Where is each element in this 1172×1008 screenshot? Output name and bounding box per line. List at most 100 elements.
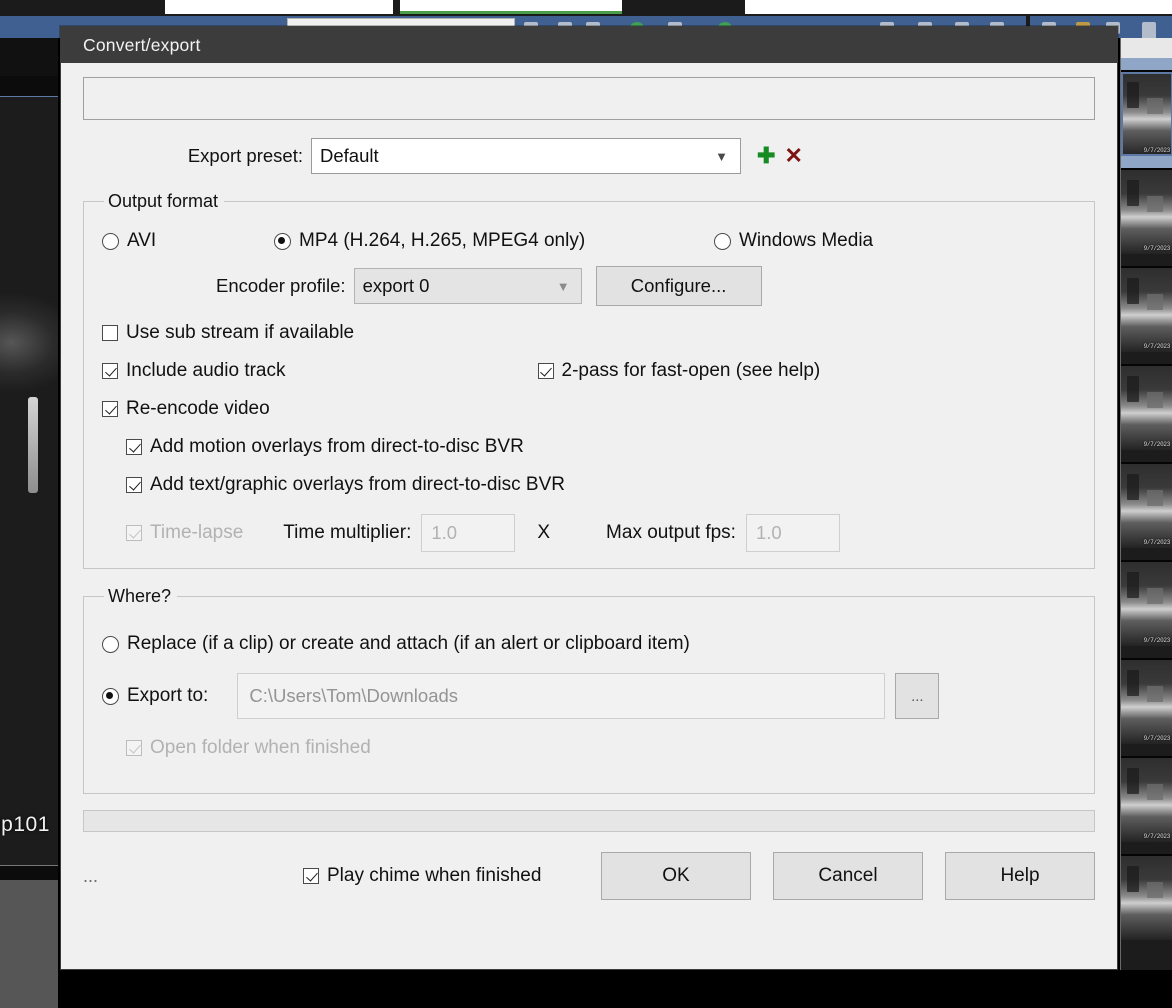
export-path-input[interactable]: C:\Users\Tom\Downloads xyxy=(237,673,885,719)
encoder-profile-row: Encoder profile: export 0 ▼ Configure... xyxy=(102,266,1076,306)
list-item[interactable]: 9/7/2023 xyxy=(1121,266,1172,352)
time-multiplier-input[interactable]: 1.0 xyxy=(421,514,515,552)
checkbox-box-icon xyxy=(126,439,142,455)
thumbnail-selection-band xyxy=(1121,156,1172,168)
clip-thumbnail-list[interactable]: 9/7/2023 9/7/2023 9/7/2023 9/7/2023 9/7/… xyxy=(1120,38,1172,970)
max-output-fps-input[interactable]: 1.0 xyxy=(746,514,840,552)
output-format-group: Output format AVI MP4 (H.264, H.265, MPE… xyxy=(83,191,1095,569)
radio-dot-icon xyxy=(102,688,119,705)
checkbox-include-audio-track[interactable]: Include audio track xyxy=(102,360,286,382)
radio-dot-icon xyxy=(102,233,119,250)
radio-label: Export to: xyxy=(127,685,208,707)
export-preset-row: Export preset: Default ▼ ✚ ✕ xyxy=(83,138,1095,174)
checkbox-box-icon xyxy=(303,868,319,884)
motion-overlays-row: Add motion overlays from direct-to-disc … xyxy=(102,436,1076,458)
background-tab[interactable] xyxy=(165,0,393,14)
radio-output-avi[interactable]: AVI xyxy=(102,230,274,252)
footer-buttons: OK Cancel Help xyxy=(601,852,1095,900)
checkbox-label: 2-pass for fast-open (see help) xyxy=(562,360,821,382)
encoder-profile-value: export 0 xyxy=(363,275,430,297)
footer-more-options-button[interactable]: ... xyxy=(83,866,143,887)
checkbox-box-icon xyxy=(102,325,118,341)
checkbox-label: Add text/graphic overlays from direct-to… xyxy=(150,474,565,496)
list-item[interactable]: 9/7/2023 xyxy=(1121,70,1172,156)
radio-dot-icon xyxy=(102,636,119,653)
checkbox-label: Add motion overlays from direct-to-disc … xyxy=(150,436,524,458)
ok-button[interactable]: OK xyxy=(601,852,751,900)
checkbox-use-sub-stream[interactable]: Use sub stream if available xyxy=(102,322,354,344)
video-preview-pane[interactable]: ip101 xyxy=(0,38,58,970)
reencode-video-row: Re-encode video xyxy=(102,398,1076,420)
where-group: Where? Replace (if a clip) or create and… xyxy=(83,586,1095,794)
video-pane-footer xyxy=(0,880,58,1008)
time-multiplier-label: Time multiplier: xyxy=(283,522,411,544)
radio-output-mp4[interactable]: MP4 (H.264, H.265, MPEG4 only) xyxy=(274,230,714,252)
text-graphic-overlays-row: Add text/graphic overlays from direct-to… xyxy=(102,474,1076,496)
checkbox-add-motion-overlays[interactable]: Add motion overlays from direct-to-disc … xyxy=(126,436,524,458)
video-preview-image xyxy=(0,96,58,866)
background-tab[interactable] xyxy=(745,0,1172,14)
checkbox-time-lapse[interactable]: Time-lapse xyxy=(102,522,243,544)
export-preset-select[interactable]: Default ▼ xyxy=(311,138,741,174)
list-item[interactable]: 9/7/2023 xyxy=(1121,168,1172,254)
checkbox-open-folder-when-finished[interactable]: Open folder when finished xyxy=(126,737,371,759)
checkbox-add-text-graphic-overlays[interactable]: Add text/graphic overlays from direct-to… xyxy=(126,474,565,496)
checkbox-box-icon xyxy=(102,363,118,379)
max-output-fps-label: Max output fps: xyxy=(606,522,736,544)
camera-name-label: ip101 xyxy=(0,813,58,837)
thumbnail-timestamp: 9/7/2023 xyxy=(1144,833,1170,840)
browse-folder-button[interactable]: ... xyxy=(895,673,939,719)
encoder-profile-select[interactable]: export 0 ▼ xyxy=(354,268,582,304)
checkbox-label: Include audio track xyxy=(126,360,286,382)
list-item[interactable]: 9/7/2023 xyxy=(1121,658,1172,744)
replace-option-row: Replace (if a clip) or create and attach… xyxy=(102,633,1076,655)
thumbnail-timestamp: 9/7/2023 xyxy=(1144,735,1170,742)
list-item[interactable]: 9/7/2023 xyxy=(1121,560,1172,646)
output-format-legend: Output format xyxy=(104,191,224,212)
list-item[interactable]: 9/7/2023 xyxy=(1121,462,1172,548)
export-preset-value: Default xyxy=(320,145,379,167)
add-preset-icon[interactable]: ✚ xyxy=(757,145,775,167)
chevron-down-icon: ▼ xyxy=(557,279,570,294)
video-pane-topbar xyxy=(0,76,58,96)
dialog-footer: ... Play chime when finished OK Cancel H… xyxy=(61,852,1117,900)
thumbnail-timestamp: 9/7/2023 xyxy=(1144,637,1170,644)
help-button[interactable]: Help xyxy=(945,852,1095,900)
checkbox-label: Time-lapse xyxy=(150,522,243,544)
radio-label: Windows Media xyxy=(739,230,873,252)
checkbox-re-encode-video[interactable]: Re-encode video xyxy=(102,398,270,420)
radio-output-windows-media[interactable]: Windows Media xyxy=(714,230,873,252)
thumbnail-timestamp: 9/7/2023 xyxy=(1144,147,1170,154)
background-tab-active[interactable] xyxy=(400,0,622,14)
delete-preset-icon[interactable]: ✕ xyxy=(784,145,802,167)
dialog-title: Convert/export xyxy=(83,35,201,56)
radio-replace-or-attach[interactable]: Replace (if a clip) or create and attach… xyxy=(102,633,690,655)
thumbnail-selection-band xyxy=(1121,58,1172,70)
progress-bar xyxy=(83,810,1095,832)
thumbnail-timestamp: 9/7/2023 xyxy=(1144,343,1170,350)
radio-export-to[interactable]: Export to: xyxy=(102,685,208,707)
configure-button[interactable]: Configure... xyxy=(596,266,762,306)
checkbox-label: Play chime when finished xyxy=(327,865,541,887)
export-preset-label: Export preset: xyxy=(83,145,311,167)
radio-dot-icon xyxy=(714,233,731,250)
checkbox-box-icon xyxy=(538,363,554,379)
checkbox-label: Use sub stream if available xyxy=(126,322,354,344)
checkbox-2pass-fast-open[interactable]: 2-pass for fast-open (see help) xyxy=(538,360,821,382)
checkbox-box-icon xyxy=(126,740,142,756)
list-item[interactable]: 9/7/2023 xyxy=(1121,364,1172,450)
where-legend: Where? xyxy=(104,586,177,607)
radio-label: MP4 (H.264, H.265, MPEG4 only) xyxy=(299,230,585,252)
audio-and-2pass-row: Include audio track 2-pass for fast-open… xyxy=(102,360,1076,382)
list-item[interactable]: 9/7/2023 xyxy=(1121,756,1172,842)
dialog-titlebar[interactable]: Convert/export xyxy=(61,27,1117,63)
list-item[interactable] xyxy=(1121,854,1172,940)
checkbox-box-icon xyxy=(126,477,142,493)
thumbnail-timestamp: 9/7/2023 xyxy=(1144,245,1170,252)
open-folder-row: Open folder when finished xyxy=(102,737,1076,759)
checkbox-box-icon xyxy=(126,525,142,541)
checkbox-play-chime-when-finished[interactable]: Play chime when finished xyxy=(303,865,541,887)
cancel-button[interactable]: Cancel xyxy=(773,852,923,900)
encoder-profile-label: Encoder profile: xyxy=(216,275,346,297)
thumbnail-list-header xyxy=(1121,38,1172,58)
